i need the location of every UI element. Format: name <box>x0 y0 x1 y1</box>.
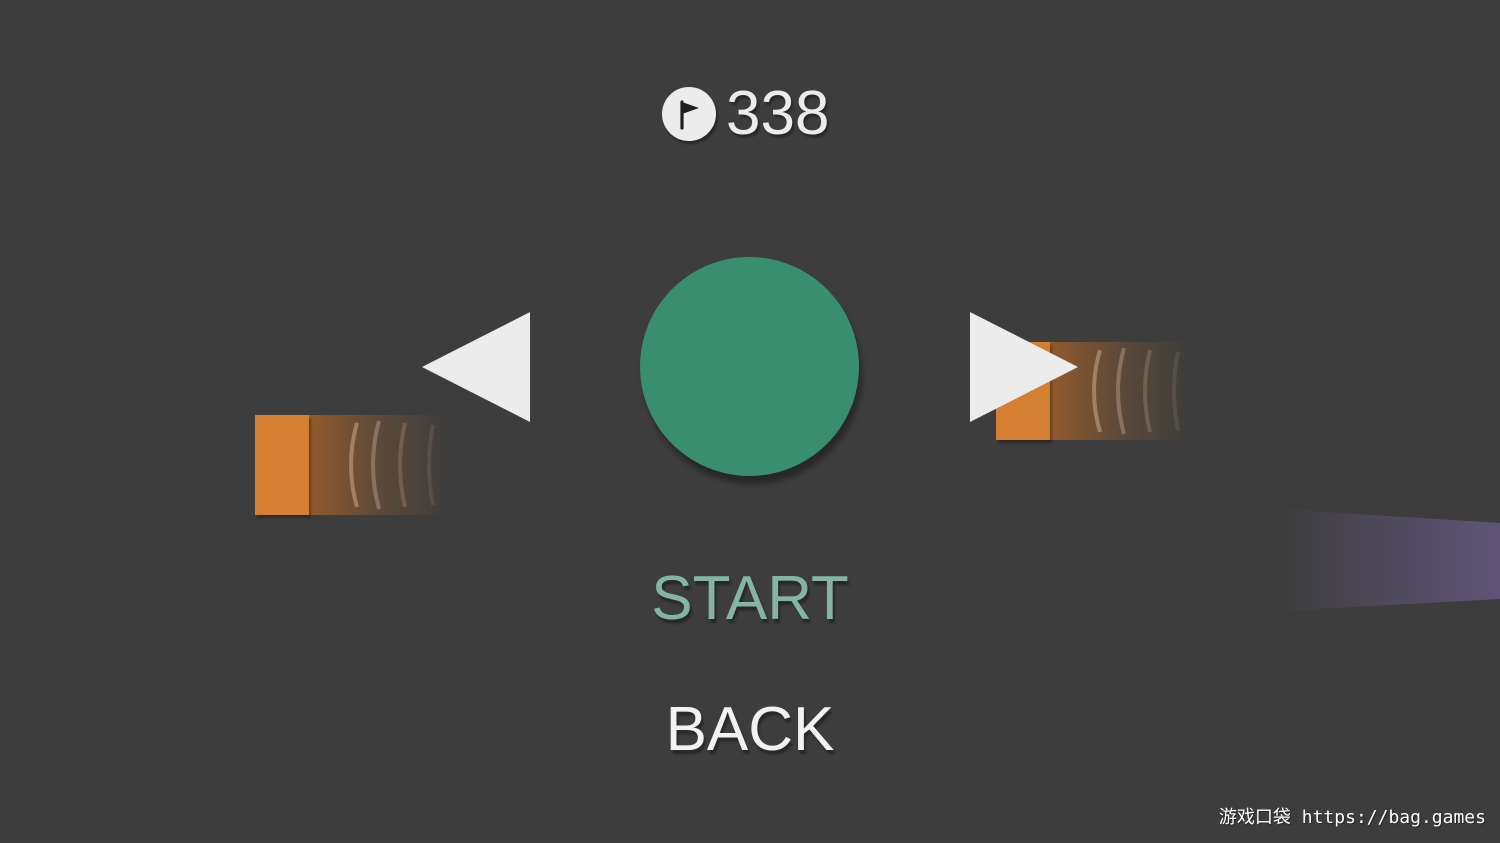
flag-icon <box>662 87 716 141</box>
orange-block <box>255 415 309 515</box>
start-button[interactable]: START <box>0 564 1500 634</box>
watermark: 游戏口袋 https://bag.games <box>1218 807 1486 828</box>
triangle-left-icon <box>422 312 530 422</box>
character-circle[interactable] <box>640 257 859 476</box>
back-button[interactable]: BACK <box>0 695 1500 765</box>
previous-button[interactable] <box>420 310 534 424</box>
score-display: 338 <box>662 82 829 146</box>
next-button[interactable] <box>966 310 1080 424</box>
game-screen: 338 START BACK 游戏口袋 https://bag.games <box>0 0 1500 843</box>
score-value: 338 <box>726 79 830 148</box>
triangle-right-icon <box>970 312 1078 422</box>
motion-streaks <box>349 420 435 510</box>
